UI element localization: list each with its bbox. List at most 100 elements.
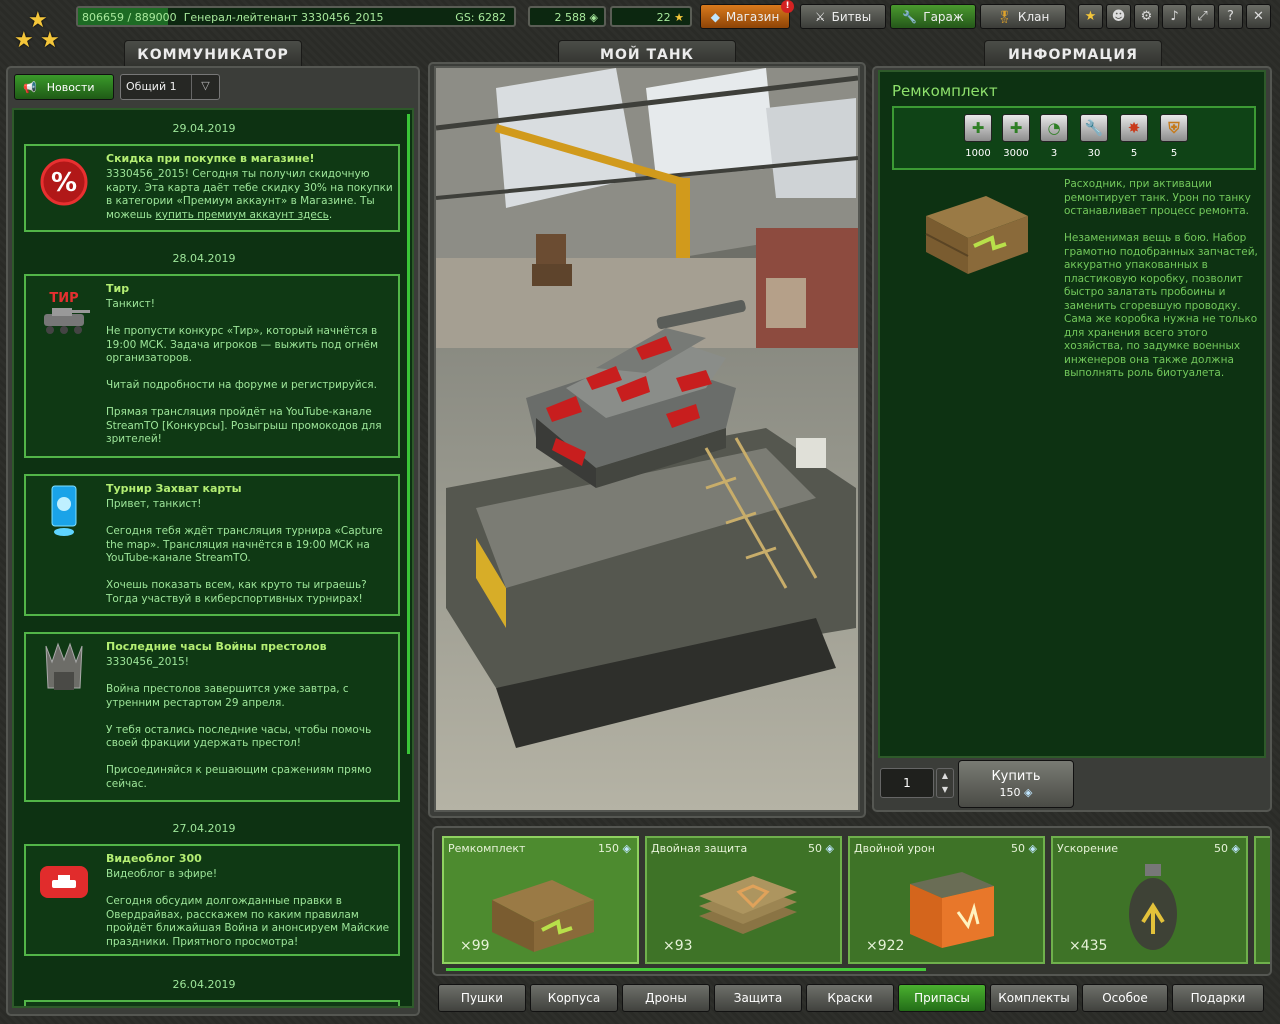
buy-button[interactable]: Купить 150 ◈ <box>958 760 1074 808</box>
quantity-stepper[interactable]: ▲ ▼ <box>936 768 954 798</box>
item-name: Ускорение <box>1057 842 1118 855</box>
shop-item-speed-boost[interactable]: Ускорение 50 ◈ ×435 <box>1051 836 1248 964</box>
item-price: 50 ◈ <box>1011 842 1037 855</box>
experience-bar: 806659 / 889000 Генерал-лейтенант 333045… <box>76 6 516 27</box>
item-count: ×922 <box>866 938 905 954</box>
item-price: 50 ◈ <box>1214 842 1240 855</box>
shop-label: Магазин <box>725 9 780 24</box>
stars-counter: 22 ★ <box>610 6 692 27</box>
crystal-icon: ◈ <box>1024 786 1033 799</box>
stat-value: 1000 <box>965 148 991 159</box>
rank-insignia: ★ ★ ★ <box>10 8 66 54</box>
crystal-icon: ◈ <box>825 842 834 855</box>
category-supplies[interactable]: Припасы <box>898 984 986 1012</box>
news-card: Видеоблог 300 Видеоблог в эфире! Сегодня… <box>24 844 400 956</box>
news-feed: 29.04.2019 % Скидка при покупке в магази… <box>12 108 414 1008</box>
gear-score: GS: 6282 <box>455 11 506 24</box>
garage-button[interactable]: 🔧 Гараж <box>890 4 976 29</box>
news-date: 29.04.2019 <box>172 122 236 135</box>
shop-item-double-armor[interactable]: Двойная защита 50 ◈ ×93 <box>645 836 842 964</box>
stopwatch-icon: ◔ <box>1040 114 1068 142</box>
feed-scrollbar[interactable] <box>407 114 410 754</box>
news-card: Турнир Захват карты Привет, танкист! Сег… <box>24 474 400 616</box>
stat-duration: ◔ 3 <box>1034 114 1074 159</box>
tab-information: ИНФОРМАЦИЯ <box>984 40 1162 68</box>
video-blog-icon <box>36 854 92 910</box>
quantity-input[interactable]: 1 <box>880 768 934 798</box>
clan-button[interactable]: 🎖 Клан <box>980 4 1066 29</box>
repair-kit-image <box>916 176 1036 276</box>
discount-icon: % <box>36 154 92 210</box>
item-price: 150 ◈ <box>598 842 631 855</box>
item-count: ×99 <box>460 938 490 954</box>
battles-button[interactable]: ⚔ Битвы <box>800 4 886 29</box>
category-paints[interactable]: Краски <box>806 984 894 1012</box>
fullscreen-icon[interactable]: ⤢ <box>1190 4 1215 29</box>
medal-icon: 🎖 <box>996 9 1012 24</box>
garage-tank-scene[interactable] <box>434 66 860 812</box>
news-date: 28.04.2019 <box>172 252 236 265</box>
clan-label: Клан <box>1017 9 1050 24</box>
stars-value: 22 <box>656 11 671 24</box>
news-button[interactable]: 📢 Новости <box>14 74 114 100</box>
news-card: Последние часы Войны престолов 3330456_2… <box>24 632 400 802</box>
shelf-scrollbar[interactable] <box>446 968 926 971</box>
crystal-icon: ◈ <box>589 11 598 24</box>
news-title: Видеоблог 300 <box>106 852 202 865</box>
shop-item-partial[interactable] <box>1254 836 1270 964</box>
news-title: Скидка при покупке в магазине! <box>106 152 315 165</box>
news-card <box>24 1000 400 1006</box>
news-body: Танкист! Не пропусти конкурс «Тир», кото… <box>106 298 382 445</box>
svg-text:%: % <box>51 168 77 198</box>
friends-icon[interactable]: ☻ <box>1106 4 1131 29</box>
crystals-counter: 2 588 ◈ <box>528 6 606 27</box>
shop-button[interactable]: ◆ Магазин ! <box>700 0 794 29</box>
tab-communicator: КОММУНИКАТОР <box>124 40 302 68</box>
item-description: Расходник, при активации ремонтирует тан… <box>1064 178 1258 379</box>
close-icon[interactable]: ✕ <box>1246 4 1271 29</box>
xp-value: 806659 / 889000 <box>82 11 177 24</box>
channel-value: Общий 1 <box>126 80 177 93</box>
buy-label: Купить <box>991 769 1041 784</box>
crystal-icon: ◈ <box>1028 842 1037 855</box>
rank-username: Генерал-лейтенант 3330456_2015 <box>183 11 384 24</box>
stat-value: 30 <box>1087 148 1101 159</box>
stat-armor: ✚ 1000 <box>958 114 998 159</box>
category-cannons[interactable]: Пушки <box>438 984 526 1012</box>
stat-value: 3 <box>1050 148 1058 159</box>
item-count: ×435 <box>1069 938 1108 954</box>
shop-item-double-damage[interactable]: Двойной урон 50 ◈ ×922 <box>848 836 1045 964</box>
news-body: 3330456_2015! Война престолов завершится… <box>106 656 372 790</box>
category-special[interactable]: Особое <box>1082 984 1168 1012</box>
channel-select[interactable]: Общий 1 ▽ <box>120 74 220 100</box>
stat-protection-cooldown: ⛨ 5 <box>1154 114 1194 159</box>
wrench-icon: 🔧 <box>902 9 918 24</box>
item-info: Ремкомплект ✚ 1000 ✚ 3000 ◔ 3 🔧 30 ✸ 5 ⛨ 5 Рас… <box>878 70 1266 758</box>
garage-label: Гараж <box>923 9 964 24</box>
settings-gear-icon[interactable]: ⚙ <box>1134 4 1159 29</box>
shooting-range-tank-icon: ТИР <box>36 284 92 340</box>
nitro-canister-icon <box>1129 864 1177 950</box>
sound-icon[interactable]: ♪ <box>1162 4 1187 29</box>
chevron-up-icon[interactable]: ▲ <box>937 769 953 783</box>
crossed-swords-icon: ⚔ <box>814 9 826 24</box>
supplies-shelf: Ремкомплект 150 ◈ ×99 Двойная защита 50 … <box>432 826 1272 976</box>
category-drones[interactable]: Дроны <box>622 984 710 1012</box>
category-kits[interactable]: Комплекты <box>990 984 1078 1012</box>
damage-timer-icon: ✸ <box>1120 114 1148 142</box>
category-protection[interactable]: Защита <box>714 984 802 1012</box>
health-plus-icon: ✚ <box>1002 114 1030 142</box>
shop-item-repair-kit[interactable]: Ремкомплект 150 ◈ ×99 <box>442 836 639 964</box>
chevron-down-icon[interactable]: ▼ <box>937 783 953 797</box>
category-gifts[interactable]: Подарки <box>1172 984 1264 1012</box>
megaphone-icon: 📢 <box>23 80 37 94</box>
help-button[interactable]: ? <box>1218 4 1243 29</box>
item-title: Ремкомплект <box>892 82 998 100</box>
armor-plates-icon <box>699 876 797 934</box>
news-date: 27.04.2019 <box>172 822 236 835</box>
premium-link[interactable]: купить премиум аккаунт здесь <box>155 209 328 221</box>
news-body: Видеоблог в эфире! Сегодня обсудим долго… <box>106 868 390 948</box>
category-hulls[interactable]: Корпуса <box>530 984 618 1012</box>
crystal-icon: ◈ <box>1231 842 1240 855</box>
premium-star-icon[interactable]: ★ <box>1078 4 1103 29</box>
